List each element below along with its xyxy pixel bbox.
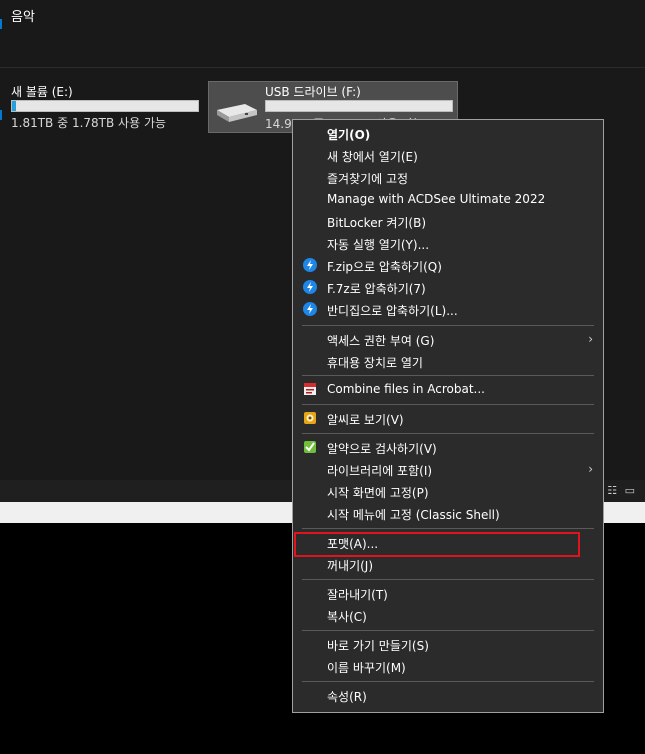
context-menu: 열기(O) 새 창에서 열기(E) 즐겨찾기에 고정 Manage with ACDS… (292, 119, 604, 713)
menu-item-label: 바로 가기 만들기(S) (327, 639, 429, 653)
folder-title[interactable]: 음악 (11, 6, 35, 25)
menu-separator (302, 630, 594, 631)
drive-f-name: USB 드라이브 (F:) (265, 85, 361, 99)
menu-separator (302, 375, 594, 376)
menu-item-label: 잘라내기(T) (327, 588, 388, 602)
alsee-icon (303, 411, 317, 425)
menu-item-pin-classic-shell[interactable]: 시작 메뉴에 고정 (Classic Shell) (293, 503, 603, 525)
menu-item-label: F.zip으로 압축하기(Q) (327, 260, 442, 274)
submenu-chevron-icon: › (588, 462, 593, 476)
menu-item-label: Manage with ACDSee Ultimate 2022 (327, 192, 546, 206)
menu-separator (302, 325, 594, 326)
menu-item-label: 알약으로 검사하기(V) (327, 442, 437, 456)
menu-item-label: 꺼내기(J) (327, 559, 374, 573)
alyac-icon (303, 440, 317, 454)
menu-separator (302, 528, 594, 529)
menu-item-label: 자동 실행 열기(Y)... (327, 238, 430, 252)
bandizip-icon (303, 280, 317, 294)
menu-item-label: 휴대용 장치로 열기 (327, 356, 423, 370)
menu-item-copy[interactable]: 복사(C) (293, 605, 603, 627)
menu-item-zip-compress[interactable]: F.zip으로 압축하기(Q) (293, 255, 603, 277)
menu-item-bitlocker-on[interactable]: BitLocker 켜기(B) (293, 211, 603, 233)
menu-item-include-library[interactable]: 라이브러리에 포함(I) › (293, 459, 603, 481)
menu-item-bandizip-compress[interactable]: 반디집으로 압축하기(L)... (293, 299, 603, 321)
menu-item-label: 이름 바꾸기(M) (327, 661, 406, 675)
menu-item-alyac-scan[interactable]: 알약으로 검사하기(V) (293, 437, 603, 459)
menu-item-label: F.7z로 압축하기(7) (327, 282, 426, 296)
menu-item-open-new-window[interactable]: 새 창에서 열기(E) (293, 145, 603, 167)
menu-item-open[interactable]: 열기(O) (293, 123, 603, 145)
drive-e[interactable]: 새 볼륨 (E:) 1.81TB 중 1.78TB 사용 가능 (11, 82, 201, 132)
drive-e-usage-fill (12, 101, 16, 111)
menu-item-label: 즐겨찾기에 고정 (327, 172, 409, 186)
menu-item-autoplay-open[interactable]: 자동 실행 열기(Y)... (293, 233, 603, 255)
menu-item-cut[interactable]: 잘라내기(T) (293, 583, 603, 605)
menu-item-eject[interactable]: 꺼내기(J) (293, 554, 603, 576)
menu-item-rename[interactable]: 이름 바꾸기(M) (293, 656, 603, 678)
usb-drive-icon (217, 104, 257, 122)
menu-item-label: 반디집으로 압축하기(L)... (327, 304, 458, 318)
menu-item-7z-compress[interactable]: F.7z로 압축하기(7) (293, 277, 603, 299)
menu-item-acdsee-manage[interactable]: Manage with ACDSee Ultimate 2022 (293, 189, 603, 211)
menu-item-pin-start[interactable]: 시작 화면에 고정(P) (293, 481, 603, 503)
menu-item-pin-favorites[interactable]: 즐겨찾기에 고정 (293, 167, 603, 189)
view-mode-icon[interactable]: ☷ ▭ (607, 484, 637, 497)
menu-item-label: BitLocker 켜기(B) (327, 216, 427, 230)
submenu-chevron-icon: › (588, 332, 593, 346)
drive-e-space: 1.81TB 중 1.78TB 사용 가능 (11, 116, 167, 130)
folder-header: 음악 (0, 0, 645, 68)
bandizip-icon (303, 302, 317, 316)
menu-item-label: 속성(R) (327, 690, 367, 704)
acrobat-icon (303, 382, 317, 396)
menu-separator (302, 433, 594, 434)
menu-separator (302, 681, 594, 682)
menu-item-label: 복사(C) (327, 610, 367, 624)
menu-item-open-portable-device[interactable]: 휴대용 장치로 열기 (293, 351, 603, 373)
menu-item-label: Combine files in Acrobat... (327, 382, 485, 396)
bandizip-icon (303, 258, 317, 272)
menu-item-label: 알씨로 보기(V) (327, 413, 404, 427)
drive-f-usage-bar (265, 100, 453, 112)
menu-item-alsee-view[interactable]: 알씨로 보기(V) (293, 408, 603, 430)
selection-marker (0, 110, 2, 120)
menu-item-label: 라이브러리에 포함(I) (327, 464, 433, 478)
menu-item-grant-access[interactable]: 액세스 권한 부여 (G) › (293, 329, 603, 351)
menu-item-acrobat-combine[interactable]: Combine files in Acrobat... (293, 379, 603, 401)
menu-separator (302, 579, 594, 580)
menu-item-label: 새 창에서 열기(E) (327, 150, 418, 164)
menu-item-create-shortcut[interactable]: 바로 가기 만들기(S) (293, 634, 603, 656)
menu-item-label: 액세스 권한 부여 (G) (327, 334, 435, 348)
selection-marker (0, 19, 2, 29)
menu-item-label: 시작 화면에 고정(P) (327, 486, 429, 500)
drive-e-usage-bar (11, 100, 199, 112)
menu-item-label: 시작 메뉴에 고정 (Classic Shell) (327, 508, 500, 522)
menu-item-properties[interactable]: 속성(R) (293, 685, 603, 707)
menu-item-label: 열기(O) (327, 128, 371, 142)
highlight-box (294, 532, 580, 557)
menu-separator (302, 404, 594, 405)
drive-e-name: 새 볼륨 (E:) (11, 85, 73, 99)
